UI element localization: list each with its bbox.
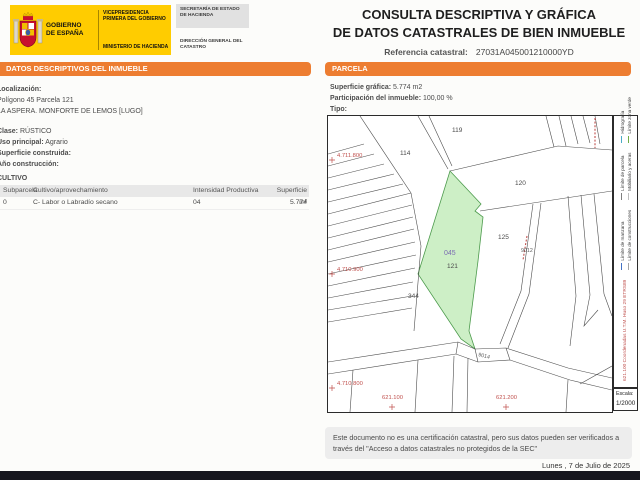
- uso-label: Uso principal:: [0, 139, 44, 146]
- participacion-value: 100,00 %: [422, 95, 453, 102]
- disclaimer-box: Este documento no es una certificación c…: [325, 427, 632, 460]
- parcel-label-114: 114: [400, 150, 411, 157]
- government-header-band: GOBIERNO DE ESPAÑA VICEPRESIDENCIA PRIME…: [10, 5, 171, 55]
- cell-cultivo: C- Labor o Labradío secano: [33, 199, 118, 206]
- construcciones-line-swatch: [627, 262, 629, 270]
- cultivo-table: Subparcela Cultivo/aprovechamiento Inten…: [0, 185, 309, 210]
- highlighted-parcel-121: [417, 170, 484, 351]
- cultivo-table-header: Subparcela Cultivo/aprovechamiento Inten…: [0, 185, 309, 206]
- cultivo-table-row: 0 C- Labor o Labradío secano 04 5.774: [0, 197, 309, 210]
- cell-intensidad: 04: [193, 199, 201, 206]
- legend-item-mobiliario: Mobiliario y aceras: [627, 153, 632, 200]
- parcela-line-swatch: [620, 192, 622, 200]
- localizacion-line-1: Polígono 45 Parcela 121: [0, 97, 74, 104]
- manzana-line-swatch: [620, 262, 622, 270]
- cell-subparcela: 0: [3, 199, 7, 206]
- utm-coord-4710900: 4.710.900: [337, 267, 363, 273]
- parcel-label-9014: 9014: [478, 352, 491, 361]
- uso-value: Agrario: [45, 139, 68, 146]
- bottom-bar: [0, 471, 640, 480]
- header-divider: [98, 10, 99, 50]
- hidrografia-line-swatch: [620, 135, 622, 143]
- tipo-label: Tipo:: [330, 106, 347, 113]
- scale-label: Escala:: [616, 391, 634, 397]
- participacion-row: Participación del inmueble: 100,00 %: [330, 93, 630, 104]
- parcela-panel: Superficie gráfica: 5.774 m2 Participaci…: [330, 82, 630, 115]
- utm-coord-4711800: 4.711.800: [337, 153, 362, 159]
- scale-value: 1/2000: [616, 399, 636, 407]
- legend-item-parcela: Límite de parcela: [620, 153, 625, 200]
- utm-coordinates-note: 621.100 Coordenadas U.T.M. Huso 29 ETRS8…: [623, 279, 628, 381]
- legend-item-manzana: Límite de manzana: [620, 210, 625, 270]
- legend-pair-2: Límite de parcela Mobiliario y aceras: [620, 153, 632, 200]
- parcel-label-9012: 9012: [521, 248, 533, 254]
- gobierno-de-espana-label: GOBIERNO DE ESPAÑA: [46, 22, 84, 37]
- cadastral-map: 119 114 120 125 9012 045 121 344 9014 4.…: [327, 115, 613, 413]
- superficie-grafica-label: Superficie gráfica:: [330, 84, 392, 91]
- cell-superficie: 5.774: [289, 199, 307, 206]
- parcel-label-344: 344: [408, 293, 419, 300]
- clase-value: RÚSTICO: [19, 128, 52, 135]
- cadastral-reference-value: 27031A045001210000YD: [475, 47, 574, 57]
- mobiliario-line-swatch: [627, 192, 629, 200]
- utm-grid-ticks: [329, 157, 509, 410]
- utm-coord-4710800: 4.710.800: [337, 381, 363, 387]
- superficie-construida-label: Superficie construida:: [0, 150, 71, 157]
- polygon-label-045: 045: [444, 250, 456, 257]
- ministry-labels: VICEPRESIDENCIA PRIMERA DEL GOBIERNO MIN…: [101, 5, 171, 55]
- uso-row: Uso principal: Agrario: [0, 137, 309, 148]
- secretaria-de-estado-box: SECRETARÍA DE ESTADO DE HACIENDA: [176, 4, 249, 28]
- parcela-section-header: PARCELA: [325, 62, 631, 76]
- zona-verde-line-swatch: [627, 135, 629, 143]
- vicepresidencia-label: VICEPRESIDENCIA PRIMERA DEL GOBIERNO: [103, 10, 166, 23]
- clase-row: Clase: RÚSTICO: [0, 126, 309, 137]
- document-title: CONSULTA DESCRIPTIVA Y GRÁFICA DE DATOS …: [325, 7, 633, 57]
- map-legend-strip: 621.100 Coordenadas U.T.M. Huso 29 ETRS8…: [613, 97, 638, 388]
- spain-coat-of-arms-icon: [10, 5, 46, 55]
- cultivo-title: CULTIVO: [0, 175, 28, 182]
- participacion-label: Participación del inmueble:: [330, 95, 422, 102]
- utm-coord-621100: 621.100: [382, 395, 403, 401]
- document-date: Lunes , 7 de Julio de 2025: [542, 461, 630, 470]
- legend-item-construcciones: Límite de construcciones: [627, 210, 632, 270]
- legend-item-hidrografia: Hidrografía: [620, 97, 625, 143]
- title-line-2: DE DATOS CATASTRALES DE BIEN INMUEBLE: [332, 25, 626, 40]
- anio-construccion-label: Año construcción:: [0, 161, 59, 168]
- cadastral-reference-label: Referencia catastral:: [384, 47, 468, 57]
- legend-pair-1: Límite de manzana Límite de construccion…: [620, 210, 632, 270]
- legend-pair-3: Hidrografía Límite zona verde: [620, 97, 632, 143]
- legend-item-zona-verde: Límite zona verde: [627, 97, 632, 143]
- map-scale-box: Escala: 1/2000: [613, 388, 638, 411]
- descriptive-data-section-header: DATOS DESCRIPTIVOS DEL INMUEBLE: [0, 62, 311, 76]
- direccion-general-catastro-label: DIRECCIÓN GENERAL DEL CATASTRO: [180, 39, 243, 51]
- parcel-label-119: 119: [452, 127, 463, 134]
- superficie-grafica-row: Superficie gráfica: 5.774 m2: [330, 82, 630, 93]
- title-line-1: CONSULTA DESCRIPTIVA Y GRÁFICA: [361, 7, 596, 22]
- parcel-map-svg: 119 114 120 125 9012 045 121 344 9014 4.…: [327, 115, 613, 413]
- clase-label: Clase:: [0, 128, 19, 135]
- map-legend-rotated-content: 621.100 Coordenadas U.T.M. Huso 29 ETRS8…: [614, 97, 637, 386]
- red-hatch-marks: [522, 118, 596, 261]
- ministerio-label: MINISTERIO DE HACIENDA: [103, 43, 169, 50]
- parcel-label-120: 120: [515, 180, 526, 187]
- parcel-label-121: 121: [447, 263, 458, 270]
- descriptive-data-panel: Localización: Polígono 45 Parcela 121 LA…: [0, 84, 309, 170]
- utm-coord-621200: 621.200: [496, 395, 517, 401]
- cadastral-reference-row: Referencia catastral: 27031A045001210000Y…: [325, 47, 633, 57]
- localizacion-line-2: LA ASPERA. MONFORTE DE LEMOS [LUGO]: [0, 108, 143, 115]
- parcel-label-125: 125: [498, 234, 509, 241]
- catastro-document-page: GOBIERNO DE ESPAÑA VICEPRESIDENCIA PRIME…: [0, 0, 640, 480]
- localizacion-label: Localización:: [0, 86, 42, 93]
- superficie-grafica-value: 5.774 m2: [393, 84, 423, 91]
